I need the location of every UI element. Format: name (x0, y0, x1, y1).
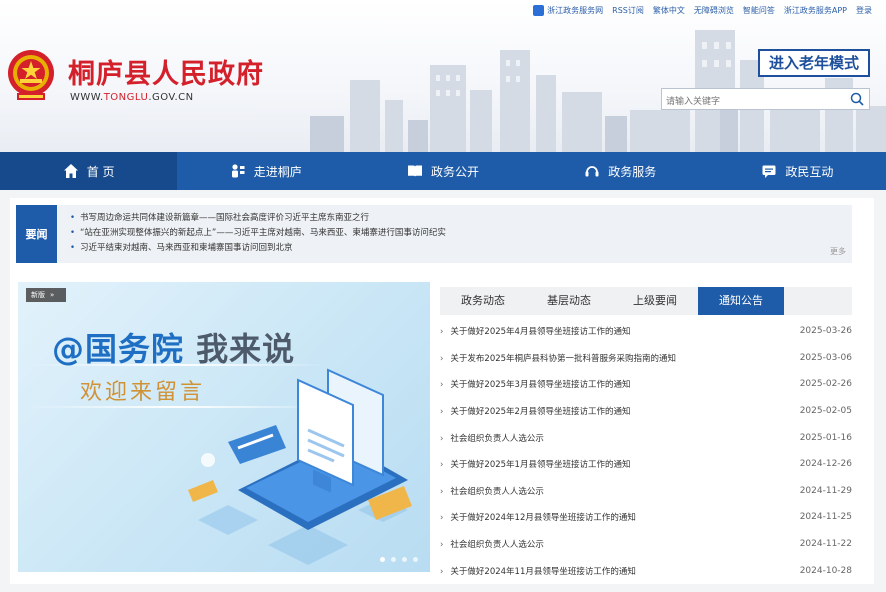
chat-icon (762, 165, 776, 178)
notice-date: 2025-03-06 (799, 352, 852, 363)
banner-title-blue: @国务院 (52, 330, 185, 368)
site-title[interactable]: 桐庐县人民政府 (68, 52, 264, 91)
main-nav: 首 页 走进桐庐 政务公开 政务服务 政民互动 (0, 152, 886, 190)
city-skyline-decoration (310, 30, 886, 152)
tab-superior-news[interactable]: 上级要闻 (612, 287, 698, 315)
notice-title: 关于做好2025年1月县领导坐班接访工作的通知 (440, 458, 630, 470)
headline-news-list: 书写周边命运共同体建设新篇章——国际社会高度评价习近平主席东南亚之行 “站在亚洲… (70, 211, 446, 256)
zhejiang-service-icon (533, 5, 545, 16)
notice-title: 社会组织负责人人选公示 (440, 485, 544, 497)
phone-message-illustration (188, 368, 412, 565)
nav-label: 政民互动 (785, 164, 834, 179)
notice-date: 2025-02-05 (799, 406, 852, 417)
notice-title: 关于做好2024年12月县领导坐班接访工作的通知 (440, 511, 635, 523)
notice-row[interactable]: 社会组织负责人人选公示 2024-11-22 (440, 531, 852, 558)
notice-row[interactable]: 关于做好2024年11月县领导坐班接访工作的通知 2024-10-28 (440, 557, 852, 584)
notice-list: 关于做好2025年4月县领导坐班接访工作的通知 2025-03-26 关于发布20… (440, 318, 852, 584)
tab-government-news[interactable]: 政务动态 (440, 287, 526, 315)
people-icon (231, 164, 245, 178)
national-emblem-icon (8, 50, 54, 100)
nav-about-tonglu[interactable]: 走进桐庐 (177, 152, 354, 190)
nav-public-interaction[interactable]: 政民互动 (709, 152, 886, 190)
top-link-accessibility[interactable]: 无障碍浏览 (694, 5, 734, 16)
headline-news-item[interactable]: 习近平结束对越南、马来西亚和柬埔寨国事访问回到北京 (70, 241, 446, 256)
top-link-rss[interactable]: RSS订阅 (612, 5, 644, 16)
notice-row[interactable]: 关于做好2025年1月县领导坐班接访工作的通知 2024-12-26 (440, 451, 852, 478)
notice-title: 关于做好2025年4月县领导坐班接访工作的通知 (440, 325, 630, 337)
site-header: 浙江政务服务网 RSS订阅 繁体中文 无障碍浏览 智能问答 浙江政务服务APP … (0, 0, 886, 152)
home-icon (63, 164, 78, 178)
nav-government-services[interactable]: 政务服务 (532, 152, 709, 190)
notice-date: 2025-03-26 (799, 326, 852, 337)
url-prefix: WWW. (70, 92, 104, 103)
notice-title: 关于发布2025年桐庐县科协第一批科普服务采购指南的通知 (440, 352, 676, 364)
carousel-dot[interactable] (380, 557, 385, 562)
nav-label: 政务服务 (608, 164, 657, 179)
notice-row[interactable]: 关于做好2025年4月县领导坐班接访工作的通知 2025-03-26 (440, 318, 852, 345)
news-tabs: 政务动态 基层动态 上级要闻 通知公告 (440, 287, 852, 315)
site-url: WWW.TONGLU.GOV.CN (70, 92, 194, 103)
notice-row[interactable]: 关于做好2024年12月县领导坐班接访工作的通知 2024-11-25 (440, 504, 852, 531)
carousel-dot[interactable] (391, 557, 396, 562)
notice-date: 2024-12-26 (799, 459, 852, 470)
banner-carousel[interactable]: 新版 @国务院 我来说 欢迎来留言 (18, 282, 430, 572)
content-card: 要闻 书写周边命运共同体建设新篇章——国际社会高度评价习近平主席东南亚之行 “站… (10, 198, 874, 584)
carousel-dot[interactable] (413, 557, 418, 562)
service-icon (585, 166, 599, 177)
headline-news-item[interactable]: 书写周边命运共同体建设新篇章——国际社会高度评价习近平主席东南亚之行 (70, 211, 446, 226)
top-links: 浙江政务服务网 RSS订阅 繁体中文 无障碍浏览 智能问答 浙江政务服务APP … (533, 5, 872, 16)
notice-title: 关于做好2024年11月县领导坐班接访工作的通知 (440, 565, 635, 577)
notice-title: 社会组织负责人人选公示 (440, 432, 544, 444)
book-icon (408, 165, 422, 177)
main-content: 要闻 书写周边命运共同体建设新篇章——国际社会高度评价习近平主席东南亚之行 “站… (0, 190, 886, 592)
banner-tag: 新版 (26, 288, 66, 302)
notice-row[interactable]: 关于做好2025年2月县领导坐班接访工作的通知 2025-02-05 (440, 398, 852, 425)
headline-news-label: 要闻 (16, 205, 57, 263)
headline-news: 要闻 书写周边命运共同体建设新篇章——国际社会高度评价习近平主席东南亚之行 “站… (16, 205, 852, 263)
carousel-dot[interactable] (402, 557, 407, 562)
search-input[interactable] (662, 92, 842, 112)
top-link-zhejiang-service[interactable]: 浙江政务服务网 (533, 5, 603, 16)
top-link-traditional-chinese[interactable]: 繁体中文 (653, 5, 685, 16)
carousel-dots (380, 557, 418, 562)
search-icon[interactable] (850, 92, 864, 106)
notice-row[interactable]: 关于做好2025年3月县领导坐班接访工作的通知 2025-02-26 (440, 371, 852, 398)
notice-title: 关于做好2025年3月县领导坐班接访工作的通知 (440, 378, 630, 390)
notice-date: 2025-02-26 (799, 379, 852, 390)
top-link-label: 浙江政务服务网 (547, 6, 604, 15)
elder-mode-button[interactable]: 进入老年模式 (758, 49, 870, 77)
nav-home[interactable]: 首 页 (0, 152, 178, 190)
nav-label: 首 页 (86, 164, 115, 179)
notice-date: 2024-10-28 (799, 565, 852, 576)
notice-date: 2025-01-16 (799, 432, 852, 443)
search-box (661, 88, 870, 112)
nav-label: 走进桐庐 (253, 164, 302, 179)
notice-row[interactable]: 社会组织负责人人选公示 2024-11-29 (440, 478, 852, 505)
headline-news-item[interactable]: “站在亚洲实现整体振兴的新起点上”——习近平主席对越南、马来西亚、柬埔寨进行国事… (70, 226, 446, 241)
top-link-login[interactable]: 登录 (856, 5, 872, 16)
more-link[interactable]: 更多 (830, 246, 846, 257)
url-suffix: .GOV.CN (148, 92, 194, 103)
notice-title: 社会组织负责人人选公示 (440, 538, 544, 550)
nav-label: 政务公开 (431, 164, 480, 179)
url-highlight: TONGLU (103, 92, 149, 103)
tab-grassroots-news[interactable]: 基层动态 (526, 287, 612, 315)
notice-title: 关于做好2025年2月县领导坐班接访工作的通知 (440, 405, 630, 417)
notice-date: 2024-11-22 (799, 539, 852, 550)
notice-row[interactable]: 社会组织负责人人选公示 2025-01-16 (440, 424, 852, 451)
top-link-zhejiang-app[interactable]: 浙江政务服务APP (784, 5, 847, 16)
nav-government-affairs-open[interactable]: 政务公开 (354, 152, 531, 190)
notice-date: 2024-11-29 (799, 485, 852, 496)
notice-row[interactable]: 关于发布2025年桐庐县科协第一批科普服务采购指南的通知 2025-03-06 (440, 345, 852, 372)
top-link-smart-qa[interactable]: 智能问答 (743, 5, 775, 16)
notice-date: 2024-11-25 (799, 512, 852, 523)
tab-notices[interactable]: 通知公告 (698, 287, 784, 315)
